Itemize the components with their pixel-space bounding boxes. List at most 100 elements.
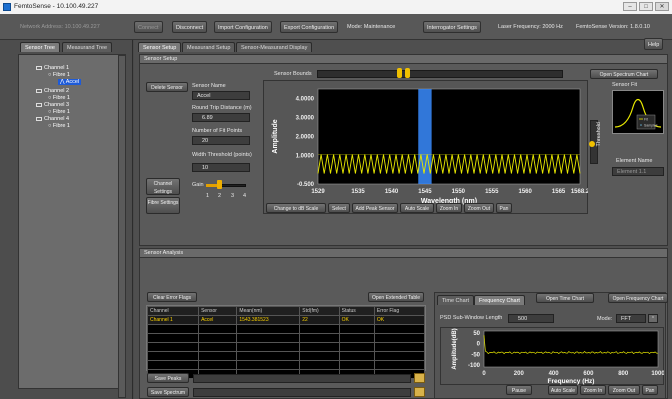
mode-select[interactable]: FFT (616, 314, 646, 323)
sensor-bounds-label: Sensor Bounds (274, 71, 312, 77)
sensor-fit-plot: Fit Samples (612, 90, 664, 134)
fit-points-label: Number of Fit Points (192, 128, 243, 134)
zoom-out-button[interactable]: Zoom Out (464, 203, 494, 213)
tab-sensor-tree[interactable]: Sensor Tree (20, 42, 60, 52)
maximize-button[interactable]: □ (639, 2, 653, 11)
select-button[interactable]: Select (328, 203, 350, 213)
x-tick-label: 1555 (485, 189, 499, 195)
x-tick-label: 1565 (552, 189, 566, 195)
zoom-out-button[interactable]: Zoom Out (608, 385, 640, 395)
psd-label: PSD Sub-Window Length (440, 315, 503, 321)
window-title: FemtoSense - 10.100.49.227 (14, 3, 99, 10)
save-spectrum-button[interactable]: Save Spectrum (147, 387, 189, 397)
x-tick-label: 200 (514, 371, 525, 377)
cell-std: 22 (299, 315, 340, 325)
gain-slider-thumb[interactable] (217, 180, 223, 189)
psd-input[interactable]: 500 (508, 314, 554, 323)
col-channel: Channel (146, 306, 200, 316)
x-tick-label: 600 (583, 371, 594, 377)
save-spectrum-path-input[interactable] (193, 388, 411, 397)
interrogator-settings-button[interactable]: Interrogator Settings (423, 21, 481, 33)
change-to-db-scale-button[interactable]: Change to dB Scale (266, 203, 326, 213)
open-extended-table-button[interactable]: Open Extended Table (368, 292, 424, 302)
sensor-analysis-table-area: Channel Sensor Mean(nm) Std(fm) Status E… (146, 305, 426, 379)
folder-icon[interactable] (414, 387, 425, 397)
table-row[interactable]: Channel 1 Accel 1543.381523 22 OK OK (146, 315, 426, 325)
tree-item-channel-4[interactable]: Channel 4 (36, 116, 69, 122)
mode-label: Mode: (597, 316, 613, 322)
open-time-chart-button[interactable]: Open Time Chart (536, 293, 594, 303)
col-error-flag: Error Flag (373, 306, 426, 316)
tree-item-channel-3[interactable]: Channel 3 (36, 102, 69, 108)
zoom-in-button[interactable]: Zoom In (580, 385, 606, 395)
save-peaks-button[interactable]: Save Peaks (147, 373, 189, 383)
sensor-bounds-left-handle[interactable] (397, 68, 402, 78)
x-tick-label: 1540 (385, 189, 399, 195)
y-tick-label: 0 (477, 342, 481, 348)
spectrum-button-bar: Change to dB Scale Select Add Peak Senso… (266, 203, 512, 213)
tab-sensor-setup[interactable]: Sensor Setup (138, 42, 182, 52)
save-peaks-path-input[interactable] (193, 374, 411, 383)
y-tick-label: 2.0000 (296, 135, 315, 141)
cell-status: OK (338, 315, 375, 325)
folder-icon[interactable] (414, 373, 425, 383)
open-spectrum-chart-button[interactable]: Open Spectrum Chart (590, 69, 658, 79)
minimize-button[interactable]: – (623, 2, 637, 11)
y-tick-label: 4.0000 (296, 97, 315, 103)
delete-sensor-button[interactable]: Delete Sensor (146, 82, 188, 92)
pan-button[interactable]: Pan (496, 203, 512, 213)
threshold-slider-thumb[interactable] (589, 141, 595, 147)
fibre-settings-button[interactable]: Fibre Settings (146, 197, 180, 214)
x-tick-label: 400 (549, 371, 560, 377)
export-configuration-button[interactable]: Export Configuration (280, 21, 339, 33)
sensor-setup-title: Sensor Setup (140, 55, 667, 64)
x-tick-label: 1545 (418, 189, 432, 195)
tab-sensor-measurand-display[interactable]: Sensor-Measurand Display (236, 42, 313, 52)
sensor-bounds-slider[interactable] (317, 70, 563, 78)
pan-button[interactable]: Pan (642, 385, 658, 395)
open-frequency-chart-button[interactable]: Open Frequency Chart (608, 293, 668, 303)
channel-settings-button[interactable]: Channel Settings (146, 178, 180, 195)
element-name-input[interactable]: Element 1.1 (612, 167, 664, 176)
y-axis-label: Amplitude(dB) (452, 328, 458, 369)
sensor-analysis-title: Sensor Analysis (140, 249, 667, 258)
disconnect-button[interactable]: Disconnect (172, 21, 208, 33)
help-button[interactable]: Help (644, 38, 664, 50)
pause-button[interactable]: Pause (506, 385, 532, 395)
col-std: Std(fm) (299, 306, 340, 316)
tree-item-accel[interactable]: ⋀ Accel (58, 79, 82, 85)
tab-measurand-setup[interactable]: Measurand Setup (182, 42, 236, 52)
close-button[interactable]: ✕ (655, 2, 669, 11)
auto-scale-button[interactable]: Auto Scale (400, 203, 434, 213)
x-axis-label: Frequency (Hz) (548, 378, 595, 385)
tab-time-chart[interactable]: Time Chart (437, 295, 474, 305)
sensor-name-input[interactable]: Accel (192, 91, 250, 100)
tree-item-channel-1[interactable]: Channel 1 (36, 65, 69, 71)
svg-text:Samples: Samples (644, 124, 658, 128)
clear-error-flags-button[interactable]: Clear Error Flags (147, 292, 197, 302)
tree-item-fibre-1[interactable]: ○ Fibre 1 (48, 123, 70, 129)
tab-frequency-chart[interactable]: Frequency Chart (474, 295, 525, 305)
tree-item-fibre-1[interactable]: ○ Fibre 1 (48, 72, 70, 78)
channel-icon (36, 65, 42, 70)
zoom-in-button[interactable]: Zoom In (436, 203, 462, 213)
spectrum-chart: 4.0000 3.0000 2.0000 1.0000 -0.5001529 1535 15… (272, 88, 588, 205)
fit-points-input[interactable]: 20 (192, 136, 250, 145)
y-tick-label: 3.0000 (296, 116, 315, 122)
frequency-button-bar: Pause Auto Scale Zoom In Zoom Out Pan (506, 385, 658, 395)
tree-item-channel-2[interactable]: Channel 2 (36, 88, 69, 94)
add-peak-sensor-button[interactable]: Add Peak Sensor (352, 203, 398, 213)
import-configuration-button[interactable]: Import Configuration (214, 21, 272, 33)
tab-measurand-tree[interactable]: Measurand Tree (62, 42, 113, 52)
chevron-down-icon[interactable]: ⌃ (648, 314, 658, 323)
connect-button[interactable]: Connect (134, 21, 163, 33)
auto-scale-button[interactable]: Auto Scale (548, 385, 578, 395)
round-trip-distance-label: Round Trip Distance (m) (192, 105, 252, 111)
tree-scrollbar[interactable] (118, 55, 126, 398)
tree-item-fibre-1[interactable]: ○ Fibre 1 (48, 95, 70, 101)
round-trip-distance-input[interactable]: 6.89 (192, 113, 250, 122)
tree-item-fibre-1[interactable]: ○ Fibre 1 (48, 109, 70, 115)
sensor-bounds-right-handle[interactable] (405, 68, 410, 78)
width-threshold-input[interactable]: 10 (192, 163, 250, 172)
